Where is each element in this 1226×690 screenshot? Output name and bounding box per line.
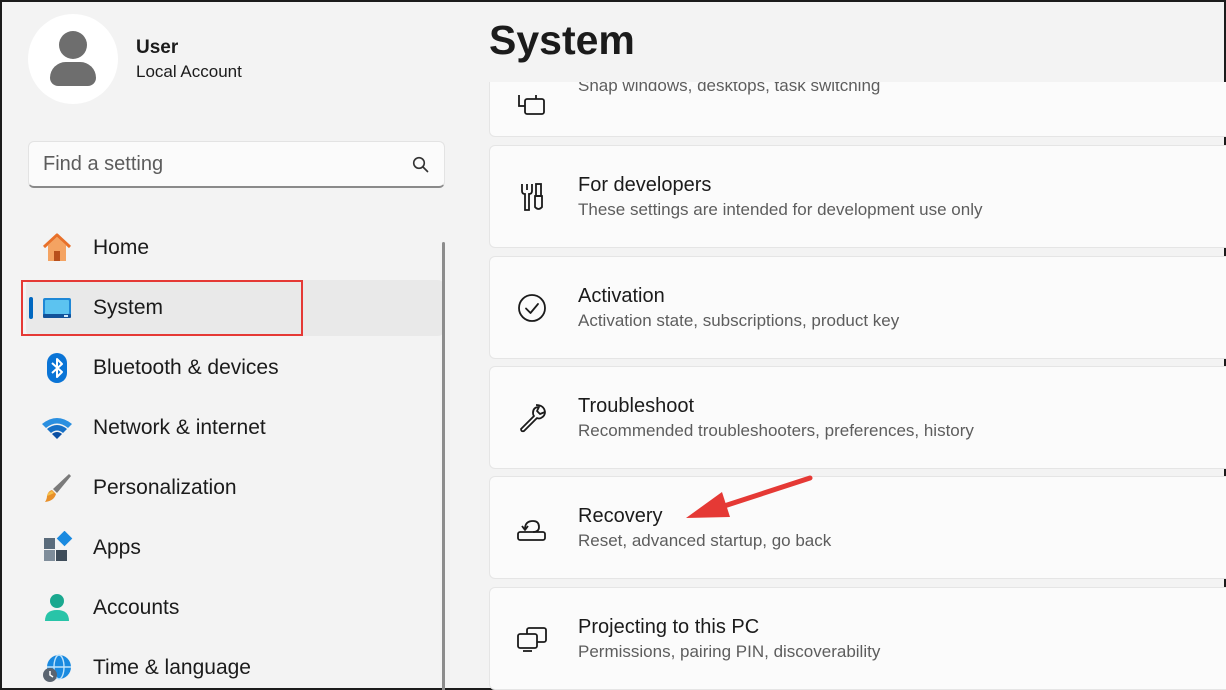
check-circle-icon [516, 292, 548, 324]
card-subtitle: Reset, advanced startup, go back [578, 530, 832, 550]
card-for-developers[interactable]: For developers These settings are intend… [489, 145, 1226, 248]
card-title: For developers [578, 173, 712, 196]
search-input[interactable] [43, 152, 410, 176]
recovery-icon [516, 512, 548, 544]
user-name: User [136, 36, 179, 58]
home-icon [40, 231, 74, 265]
card-title: Recovery [578, 504, 663, 527]
developer-tools-icon [516, 181, 548, 213]
wrench-icon [516, 402, 548, 434]
user-profile[interactable]: User Local Account [28, 14, 242, 104]
account-type: Local Account [136, 61, 242, 81]
brush-icon [40, 471, 74, 505]
card-subtitle: These settings are intended for developm… [578, 199, 983, 219]
nav-item-time-language[interactable]: Time & language [26, 640, 444, 690]
card-subtitle: Permissions, pairing PIN, discoverabilit… [578, 641, 881, 661]
card-subtitle: Recommended troubleshooters, preferences… [578, 420, 974, 440]
apps-icon [40, 531, 74, 565]
settings-list: Snap windows, desktops, task switching F… [489, 82, 1226, 690]
nav-item-system[interactable]: System [26, 280, 444, 336]
nav-item-apps[interactable]: Apps [26, 520, 444, 576]
card-troubleshoot[interactable]: Troubleshoot Recommended troubleshooters… [489, 366, 1226, 469]
card-title: Activation [578, 284, 665, 307]
nav-label-network: Network & internet [93, 416, 266, 439]
nav-label-bluetooth: Bluetooth & devices [93, 356, 279, 379]
card-activation[interactable]: Activation Activation state, subscriptio… [489, 256, 1226, 359]
card-subtitle: Activation state, subscriptions, product… [578, 310, 900, 330]
projecting-icon [516, 623, 548, 655]
search-box[interactable] [28, 141, 445, 188]
card-subtitle: Snap windows, desktops, task switching [578, 82, 881, 95]
card-recovery[interactable]: Recovery Reset, advanced startup, go bac… [489, 476, 1226, 579]
sidebar-scrollbar[interactable] [442, 242, 445, 690]
card-multitasking[interactable]: Snap windows, desktops, task switching [489, 82, 1226, 137]
selection-indicator [29, 297, 33, 319]
accounts-icon [40, 591, 74, 625]
nav-item-accounts[interactable]: Accounts [26, 580, 444, 636]
search-icon[interactable] [410, 154, 430, 174]
globe-clock-icon [40, 651, 74, 685]
avatar[interactable] [28, 14, 118, 104]
multitasking-icon [516, 95, 548, 121]
card-title: Projecting to this PC [578, 615, 760, 638]
wifi-icon [40, 411, 74, 445]
nav-label-apps: Apps [93, 536, 141, 559]
page-title: System [489, 17, 635, 63]
card-projecting[interactable]: Projecting to this PC Permissions, pairi… [489, 587, 1226, 690]
nav-label-home: Home [93, 236, 150, 259]
nav-item-network[interactable]: Network & internet [26, 400, 444, 456]
bluetooth-icon [40, 351, 74, 385]
nav-list: Home System Bluetooth & devices Network … [26, 220, 444, 690]
system-icon [40, 291, 74, 325]
sidebar: User Local Account Home [2, 2, 462, 690]
nav-label-accounts: Accounts [93, 596, 180, 619]
card-title: Troubleshoot [578, 394, 694, 417]
nav-item-personalization[interactable]: Personalization [26, 460, 444, 516]
nav-item-home[interactable]: Home [26, 220, 444, 276]
nav-label-personalization: Personalization [93, 476, 237, 499]
nav-label-system: System [93, 296, 164, 319]
nav-item-bluetooth[interactable]: Bluetooth & devices [26, 340, 444, 396]
nav-label-time-language: Time & language [93, 656, 251, 679]
